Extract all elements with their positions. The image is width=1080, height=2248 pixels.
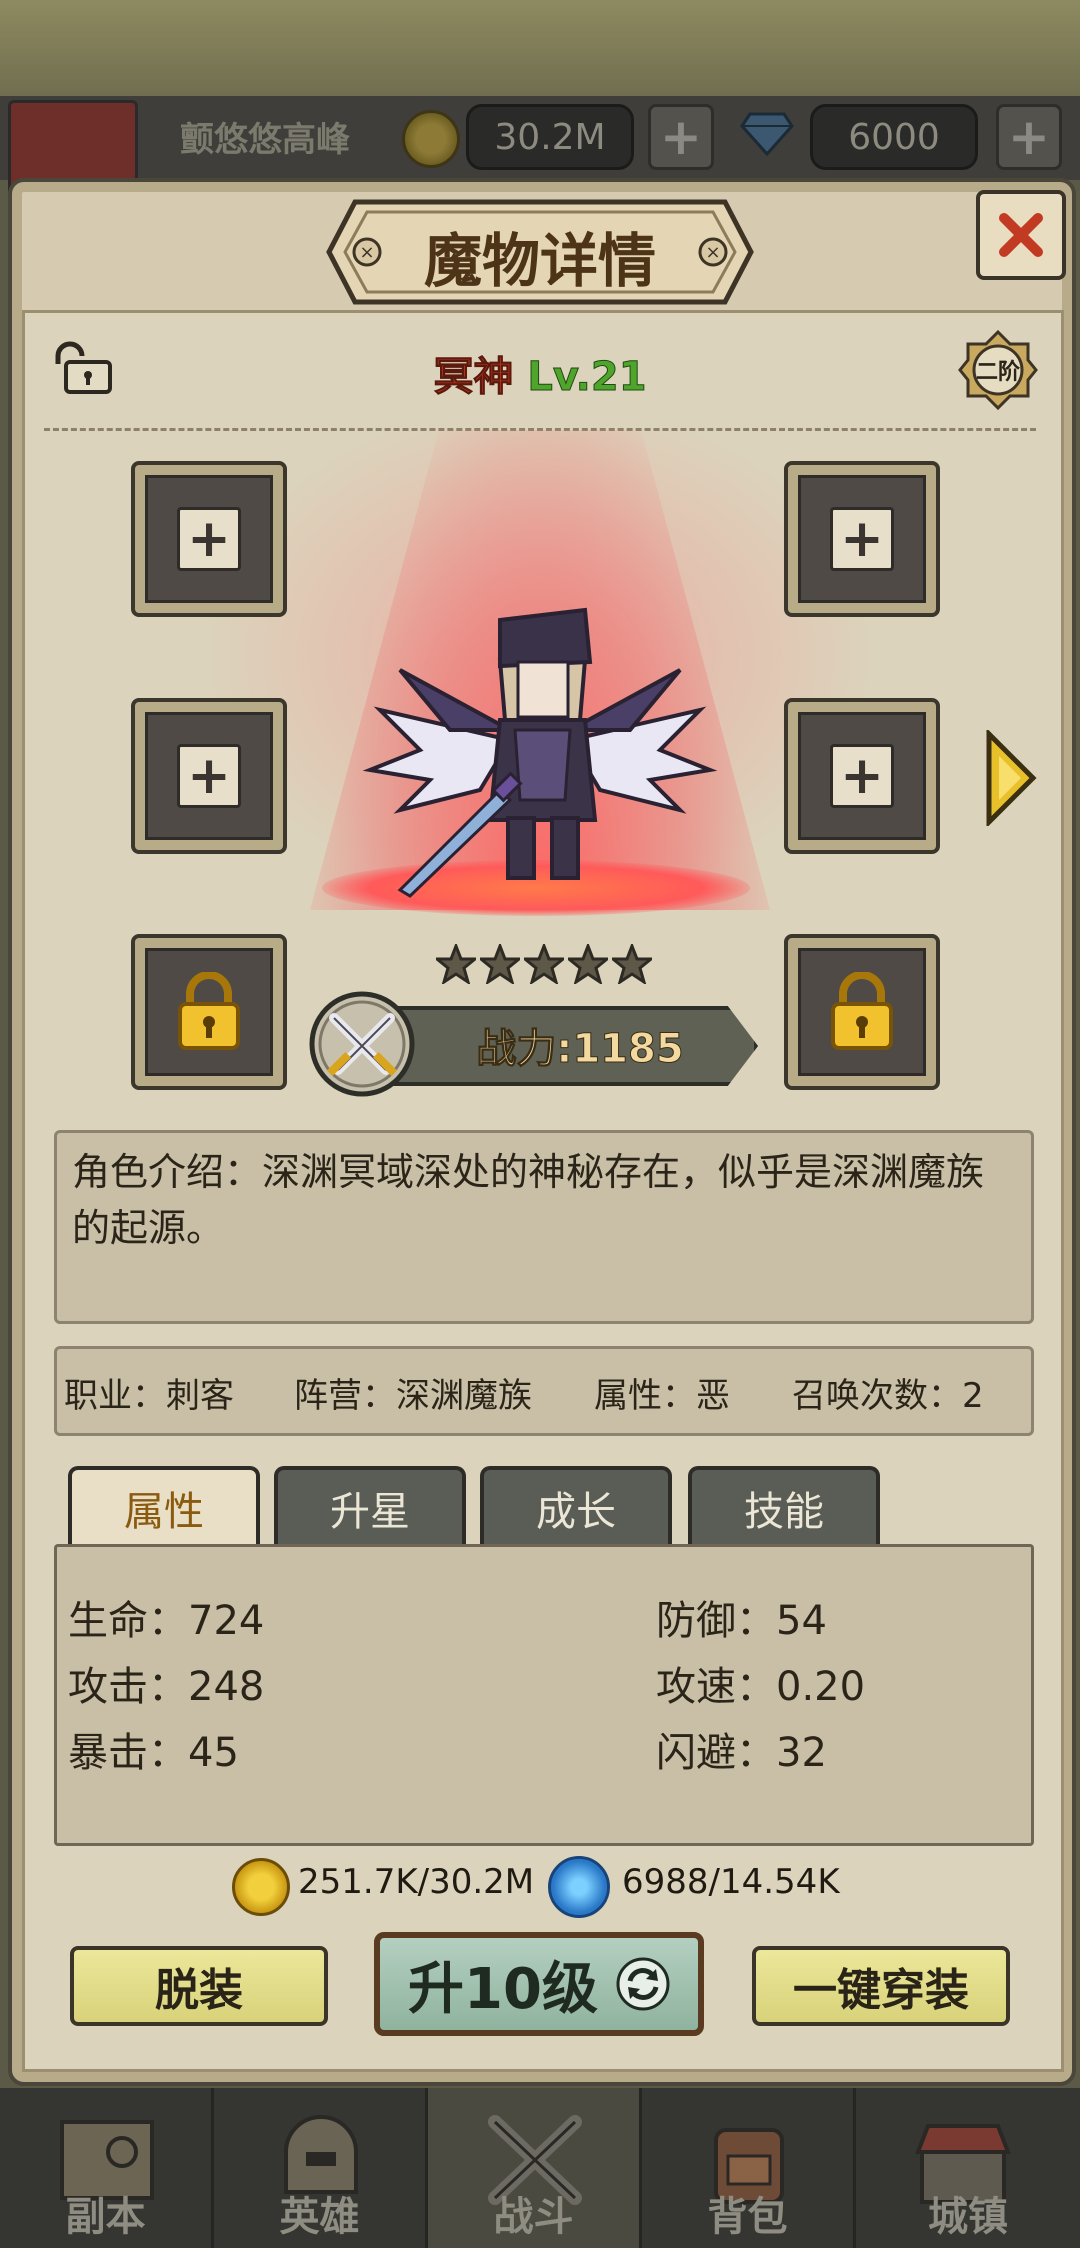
equip-slot-5-locked[interactable] — [131, 934, 287, 1090]
nav-town[interactable]: 城镇 — [856, 2088, 1080, 2248]
equip-slot-3[interactable]: + — [131, 698, 287, 854]
nav-label: 城镇 — [928, 2194, 1008, 2240]
slot-frame: + — [798, 712, 926, 840]
level-up-10-button[interactable]: 升10级 — [374, 1932, 704, 2036]
crossed-swords-icon — [309, 991, 415, 1097]
stat-attack-speed: 攻速：0.20 — [656, 1664, 866, 1710]
nav-heroes[interactable]: 英雄 — [214, 2088, 428, 2248]
rank-badge-label: 二阶 — [975, 360, 1020, 385]
gold-cost: 251.7K/30.2M — [298, 1862, 535, 1902]
add-equip-icon: + — [177, 744, 241, 808]
slot-frame — [145, 948, 273, 1076]
nav-battle[interactable]: 战斗 — [428, 2088, 642, 2248]
nav-label: 战斗 — [493, 2194, 574, 2240]
tab-skills[interactable]: 技能 — [688, 1466, 880, 1546]
star-icon — [524, 944, 564, 984]
stat-dodge: 闪避：32 — [656, 1730, 827, 1776]
attribute: 属性：恶 — [594, 1376, 730, 1416]
lock-icon — [831, 972, 893, 1050]
stat-crit: 暴击：45 — [68, 1730, 239, 1776]
level-up-label: 升10级 — [408, 1956, 598, 2022]
star-icon — [568, 944, 608, 984]
diamond-icon — [740, 112, 794, 156]
tab-attributes[interactable]: 属性 — [68, 1466, 260, 1546]
combat-power: 战力:1185 — [476, 1026, 684, 1073]
slot-frame: + — [798, 475, 926, 603]
star-rating — [436, 944, 652, 988]
rank-badge: 二阶 — [958, 330, 1038, 410]
close-icon — [999, 213, 1043, 257]
monster-level: Lv.21 — [527, 354, 647, 401]
equip-all-button[interactable]: 一键穿装 — [752, 1946, 1010, 2026]
equip-slot-6-locked[interactable] — [784, 934, 940, 1090]
nav-label: 英雄 — [279, 2194, 360, 2240]
add-gold-button[interactable]: + — [648, 104, 714, 170]
stat-defense: 防御：54 — [656, 1598, 827, 1644]
hero-sprite[interactable] — [360, 600, 720, 900]
exp-cost: 6988/14.54K — [622, 1862, 840, 1902]
star-icon — [612, 944, 652, 984]
equip-slot-1[interactable]: + — [131, 461, 287, 617]
add-gems-button[interactable]: + — [996, 104, 1062, 170]
background-scene — [0, 0, 1080, 100]
monster-title: 冥神 Lv.21 — [0, 344, 1080, 402]
nav-label: 副本 — [65, 2194, 146, 2240]
slot-frame: + — [145, 712, 273, 840]
star-icon — [436, 944, 476, 984]
profession: 职业：刺客 — [64, 1376, 234, 1416]
equip-slot-4[interactable]: + — [784, 698, 940, 854]
next-monster-arrow-icon[interactable] — [985, 730, 1037, 826]
gold-coin-icon — [232, 1858, 290, 1916]
add-equip-icon: + — [830, 507, 894, 571]
gem-amount: 6000 — [810, 104, 978, 170]
tab-growth[interactable]: 成长 — [480, 1466, 672, 1546]
nav-backpack[interactable]: 背包 — [642, 2088, 856, 2248]
summon-count: 召唤次数：2 — [792, 1376, 984, 1416]
star-icon — [480, 944, 520, 984]
slot-frame: + — [145, 475, 273, 603]
player-name: 颤悠悠高峰 — [180, 120, 350, 160]
gold-amount: 30.2M — [466, 104, 634, 170]
character-intro: 角色介绍：深渊冥域深处的神秘存在，似乎是深渊魔族的起源。 — [72, 1150, 985, 1250]
add-equip-icon: + — [177, 507, 241, 571]
tab-star-up[interactable]: 升星 — [274, 1466, 466, 1546]
unequip-button[interactable]: 脱装 — [70, 1946, 328, 2026]
add-equip-icon: + — [830, 744, 894, 808]
slot-frame — [798, 948, 926, 1076]
nav-label: 背包 — [707, 2194, 788, 2240]
exp-orb-icon — [548, 1856, 610, 1918]
nav-dungeon[interactable]: 副本 — [0, 2088, 214, 2248]
lock-icon — [178, 972, 240, 1050]
refresh-icon — [616, 1957, 670, 2011]
gold-coin-icon — [402, 110, 460, 168]
close-button[interactable] — [976, 190, 1066, 280]
page-title: 魔物详情 — [423, 227, 656, 295]
monster-name: 冥神 — [433, 354, 514, 401]
equip-slot-2[interactable]: + — [784, 461, 940, 617]
stat-attack: 攻击：248 — [68, 1664, 265, 1710]
faction: 阵营：深渊魔族 — [294, 1376, 532, 1416]
stat-hp: 生命：724 — [68, 1598, 265, 1644]
